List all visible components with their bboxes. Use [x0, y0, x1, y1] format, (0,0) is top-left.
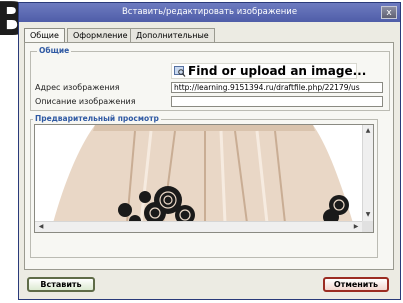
- scroll-up-icon[interactable]: ▲: [363, 127, 373, 135]
- description-label: Описание изображения: [35, 97, 136, 106]
- dialog-title: Вставить/редактировать изображение: [121, 7, 298, 17]
- find-upload-label: Find or upload an image...: [188, 64, 367, 78]
- dialog-titlebar[interactable]: Вставить/редактировать изображение x: [19, 3, 400, 22]
- scroll-down-icon[interactable]: ▼: [363, 211, 373, 219]
- close-icon: x: [386, 8, 392, 18]
- general-legend: Общие: [37, 46, 72, 55]
- image-url-label: Адрес изображения: [35, 83, 120, 92]
- scroll-right-icon[interactable]: ▶: [351, 223, 361, 231]
- preview-fieldset: Предварительный просмотр ▲ ▼ ◀ ▶: [30, 114, 378, 258]
- preview-area[interactable]: ▲ ▼ ◀ ▶: [34, 124, 374, 233]
- preview-horizontal-scrollbar[interactable]: ◀ ▶: [35, 221, 362, 232]
- close-button[interactable]: x: [381, 6, 397, 19]
- description-input[interactable]: [171, 96, 383, 107]
- preview-legend: Предварительный просмотр: [33, 114, 161, 123]
- tab-panel: Общие Find or upload an image... Адрес и…: [24, 42, 394, 270]
- general-fieldset: Общие Find or upload an image... Адрес и…: [30, 46, 390, 111]
- scrollbar-corner: [362, 221, 373, 232]
- find-upload-button[interactable]: Find or upload an image...: [171, 63, 366, 79]
- tab-advanced[interactable]: Дополнительные: [130, 28, 215, 42]
- tab-general[interactable]: Общие: [24, 28, 65, 43]
- image-search-icon: [174, 66, 186, 77]
- image-dialog: Вставить/редактировать изображение x Общ…: [18, 2, 401, 300]
- tab-appearance[interactable]: Оформление: [67, 28, 134, 42]
- preview-vertical-scrollbar[interactable]: ▲ ▼: [362, 125, 373, 221]
- preview-image: [53, 125, 353, 223]
- image-url-input[interactable]: http://learning.9151394.ru/draftfile.php…: [171, 82, 383, 93]
- scroll-left-icon[interactable]: ◀: [36, 223, 46, 231]
- cancel-button[interactable]: Отменить: [323, 277, 389, 292]
- insert-button[interactable]: Вставить: [27, 277, 95, 292]
